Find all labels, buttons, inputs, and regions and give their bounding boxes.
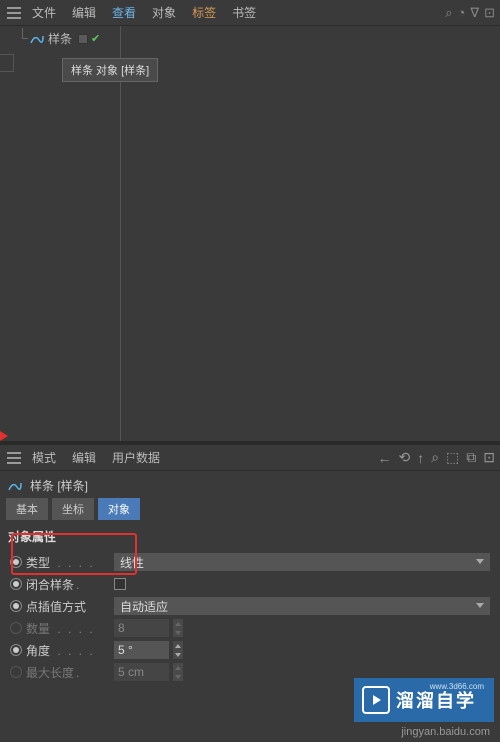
attr-menubar: 模式 编辑 用户数据 ← ⟲ ↑ ⌕ ⬚ ⧉ ⊡ — [0, 445, 500, 471]
spinner — [173, 663, 183, 681]
menu-file[interactable]: 文件 — [24, 4, 64, 21]
radio-icon — [10, 666, 22, 678]
prop-label-maxlen: 最大长度. — [26, 664, 110, 681]
expand-icon[interactable]: ⊡ — [483, 5, 496, 21]
tooltip: 样条 对象 [样条] — [62, 58, 158, 82]
radio-icon[interactable] — [10, 600, 22, 612]
object-tree-panel: 样条 ✔ 样条 对象 [样条] — [0, 26, 500, 441]
prop-label-close: 闭合样条. — [26, 576, 110, 593]
watermark: www.3d66.com 溜溜自学 — [354, 678, 494, 722]
radio-icon[interactable] — [10, 644, 22, 656]
tree-item-check-icon[interactable]: ✔ — [91, 32, 100, 45]
input-count: 8 — [114, 619, 169, 637]
menu-object[interactable]: 对象 — [144, 4, 184, 21]
source-text: jingyan.baidu.com — [401, 726, 490, 738]
input-angle[interactable]: 5 ° — [114, 641, 169, 659]
tab-object[interactable]: 对象 — [98, 498, 140, 520]
eye-icon[interactable]: ◔ — [457, 5, 467, 21]
tree-branch-line — [22, 28, 30, 42]
prop-label-type: 类型 . . . . — [26, 554, 110, 571]
watermark-url: www.3d66.com — [430, 682, 484, 691]
prop-label-count: 数量 . . . . — [26, 620, 110, 637]
prop-label-interp: 点插值方式 — [26, 598, 110, 615]
menu-view[interactable]: 查看 — [104, 4, 144, 21]
menu-bookmark[interactable]: 书签 — [224, 4, 264, 21]
attr-menu-mode[interactable]: 模式 — [24, 449, 64, 466]
menu-edit[interactable]: 编辑 — [64, 4, 104, 21]
prop-row-count: 数量 . . . . 8 — [10, 617, 490, 639]
checkbox-close[interactable] — [114, 578, 126, 590]
filter-icon[interactable]: ∇ — [469, 5, 480, 21]
top-right-icons: ⌕ ◔ ∇ ⊡ — [444, 5, 496, 21]
up-icon[interactable]: ↑ — [416, 450, 425, 466]
lock-icon[interactable]: ⬚ — [445, 449, 460, 466]
dropdown-interp[interactable]: 自动适应 — [114, 597, 490, 615]
edge-bar — [0, 54, 14, 72]
spinner[interactable] — [173, 641, 183, 659]
column-divider[interactable] — [120, 26, 121, 441]
top-menubar: 文件 编辑 查看 对象 标签 书签 ⌕ ◔ ∇ ⊡ — [0, 0, 500, 26]
prop-row-angle: 角度 . . . . 5 ° — [10, 639, 490, 661]
tab-basic[interactable]: 基本 — [6, 498, 48, 520]
object-header: 样条 [样条] — [0, 471, 500, 498]
prop-row-type: 类型 . . . . 线性 — [10, 551, 490, 573]
search-icon[interactable]: ⌕ — [430, 449, 440, 466]
radio-icon — [10, 622, 22, 634]
object-title: 样条 [样条] — [30, 477, 88, 494]
properties-panel: 类型 . . . . 线性 闭合样条. 点插值方式 自动适应 数量 . . . … — [0, 549, 500, 685]
radio-icon[interactable] — [10, 578, 22, 590]
tree-item-label: 样条 — [48, 30, 72, 47]
back-icon[interactable]: ← — [376, 450, 392, 466]
search-icon[interactable]: ⌕ — [444, 5, 453, 21]
attr-menu-edit[interactable]: 编辑 — [64, 449, 104, 466]
dropdown-type[interactable]: 线性 — [114, 553, 490, 571]
attr-right-icons: ← ⟲ ↑ ⌕ ⬚ ⧉ ⊡ — [376, 449, 496, 466]
attr-menu-userdata[interactable]: 用户数据 — [104, 449, 168, 466]
tree-item-badge[interactable] — [78, 34, 88, 44]
prop-row-interp: 点插值方式 自动适应 — [10, 595, 490, 617]
spline-icon — [30, 32, 44, 46]
section-header: 对象属性 — [0, 520, 500, 549]
play-icon — [362, 686, 390, 714]
menu-tags[interactable]: 标签 — [184, 4, 224, 21]
input-maxlen: 5 cm — [114, 663, 169, 681]
hamburger-icon[interactable] — [4, 452, 24, 464]
red-arrow-icon — [0, 430, 10, 442]
spline-icon — [8, 479, 22, 493]
link-icon[interactable]: ⧉ — [465, 449, 477, 466]
spinner — [173, 619, 183, 637]
attr-tabs: 基本 坐标 对象 — [0, 498, 500, 520]
hamburger-icon[interactable] — [4, 7, 24, 19]
tree-item-spline[interactable]: 样条 ✔ — [0, 26, 500, 51]
tab-coord[interactable]: 坐标 — [52, 498, 94, 520]
radio-icon[interactable] — [10, 556, 22, 568]
history-icon[interactable]: ⟲ — [397, 449, 411, 466]
expand-icon[interactable]: ⊡ — [482, 449, 496, 466]
prop-row-close: 闭合样条. — [10, 573, 490, 595]
prop-label-angle: 角度 . . . . — [26, 642, 110, 659]
